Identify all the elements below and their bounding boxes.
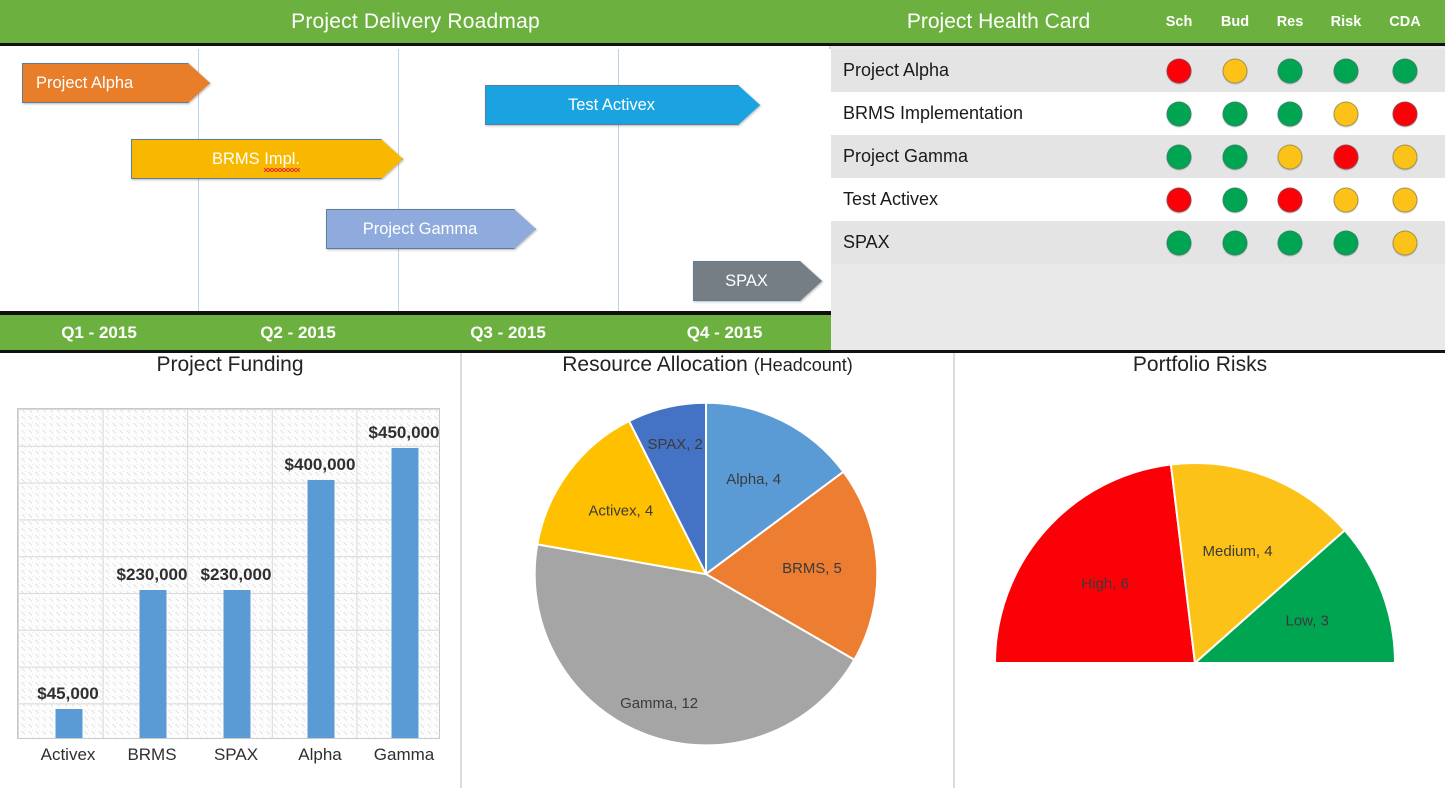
charts-row: Project Funding $45,000 Activex $230,000 BR… [0,350,1445,788]
funding-bar[interactable] [140,590,167,738]
project-funding-title: Project Funding [0,353,460,377]
pie-slice-label: SPAX, 2 [648,436,703,453]
status-dot [1393,101,1418,126]
health-column-header: CDA [1375,14,1435,30]
gantt-bar-label: SPAX [693,272,800,291]
funding-bar-value-label: $45,000 [37,684,98,704]
pie-slice-label: Gamma, 12 [620,695,698,712]
status-dot [1393,58,1418,83]
resource-allocation-pie: Alpha, 4 BRMS, 5 Gamma, 12 Activex, 4 SPAX, … [462,353,953,786]
health-column-header: Sch [1149,14,1209,30]
status-dot [1167,58,1192,83]
status-dot [1223,144,1248,169]
health-card-rows: Project Alpha BRMS Implementation Project … [831,49,1445,299]
gantt-bar[interactable]: Test Activex [485,85,760,125]
status-dot [1334,58,1359,83]
health-row-project-name: BRMS Implementation [831,103,1166,124]
quarter-axis: Q1 - 2015Q2 - 2015Q3 - 2015Q4 - 2015 [0,311,831,350]
status-dot [1334,144,1359,169]
gantt-bar-label: Project Gamma [326,220,514,239]
portfolio-risks-chart-panel: Portfolio Risks High, 6Medium, 4Low, 3 [955,353,1445,788]
status-dot [1334,101,1359,126]
gantt-bar[interactable]: SPAX [693,261,822,301]
pie-slice-label: Activex, 4 [588,503,653,520]
funding-category-label: Alpha [298,745,341,765]
health-card-row[interactable]: SPAX [831,221,1445,264]
funding-bar[interactable] [392,448,419,738]
project-funding-chart-panel: Project Funding $45,000 Activex $230,000 BR… [0,353,462,788]
health-card-row[interactable]: Test Activex [831,178,1445,221]
gantt-bar-label: Project Alpha [22,74,188,93]
gantt-gridline [398,49,399,311]
status-dot [1223,101,1248,126]
health-row-project-name: Project Alpha [831,60,1166,81]
status-dot [1223,187,1248,212]
health-row-project-name: Test Activex [831,189,1166,210]
pie-slice-label: BRMS, 5 [782,560,842,577]
pie-slice-label: Alpha, 4 [726,471,781,488]
quarter-label: Q3 - 2015 [398,315,618,350]
quarter-label: Q4 - 2015 [618,315,831,350]
status-dot [1334,187,1359,212]
status-dot [1167,230,1192,255]
gantt-bar-label: BRMS Impl. [131,150,381,169]
spellcheck-underline: Impl. [264,150,300,169]
gantt-bar-label: Test Activex [485,96,738,115]
funding-bar-value-label: $450,000 [369,423,440,443]
funding-bar[interactable] [56,709,83,738]
status-dot [1278,187,1303,212]
health-column-header: Risk [1316,14,1376,30]
roadmap-header: Project Delivery Roadmap [0,0,831,46]
status-dot [1278,58,1303,83]
funding-category-label: Gamma [374,745,434,765]
resource-allocation-chart-panel: Resource Allocation (Headcount) Alpha, 4… [462,353,955,788]
health-column-header: Bud [1205,14,1265,30]
funding-bar[interactable] [224,590,251,738]
gantt-bar[interactable]: Project Gamma [326,209,536,249]
health-card-row[interactable]: Project Alpha [831,49,1445,92]
gauge-slice-label: Medium, 4 [1203,543,1273,560]
status-dot [1167,187,1192,212]
health-card-header: Project Health Card SchBudResRiskCDA [831,0,1445,46]
status-dot [1278,101,1303,126]
quarter-label: Q1 - 2015 [0,315,198,350]
health-row-project-name: SPAX [831,232,1166,253]
gantt-bar[interactable]: Project Alpha [22,63,210,103]
gauge-slice-label: High, 6 [1081,575,1129,592]
status-dot [1167,144,1192,169]
status-dot [1278,230,1303,255]
health-card-panel: Project Health Card SchBudResRiskCDA Pro… [831,0,1445,350]
funding-bar[interactable] [308,480,335,738]
status-dot [1223,230,1248,255]
roadmap-panel: Project Delivery Roadmap Project Alpha Te… [0,0,831,350]
funding-bar-value-label: $400,000 [285,455,356,475]
health-card-row[interactable]: Project Gamma [831,135,1445,178]
status-dot [1393,187,1418,212]
funding-bar-value-label: $230,000 [201,565,272,585]
health-card-row[interactable]: BRMS Implementation [831,92,1445,135]
health-row-project-name: Project Gamma [831,146,1166,167]
gauge-slice-label: Low, 3 [1286,612,1329,629]
health-column-header: Res [1260,14,1320,30]
status-dot [1167,101,1192,126]
gantt-bar[interactable]: BRMS Impl. [131,139,403,179]
funding-category-label: Activex [41,745,96,765]
roadmap-title: Project Delivery Roadmap [291,10,540,34]
funding-category-label: BRMS [127,745,176,765]
status-dot [1278,144,1303,169]
status-dot [1393,144,1418,169]
status-dot [1223,58,1248,83]
funding-category-label: SPAX [214,745,258,765]
portfolio-risks-gauge: High, 6 Medium, 4 Low, 3 [955,353,1445,788]
gauge-slice [995,464,1195,663]
gantt-chart: Project Alpha Test Activex BRMS Impl. Proje… [0,49,831,311]
status-dot [1393,230,1418,255]
health-card-title: Project Health Card [831,10,1166,34]
quarter-label: Q2 - 2015 [198,315,398,350]
funding-bar-value-label: $230,000 [117,565,188,585]
dashboard: Project Delivery Roadmap Project Alpha Te… [0,0,1445,788]
status-dot [1334,230,1359,255]
